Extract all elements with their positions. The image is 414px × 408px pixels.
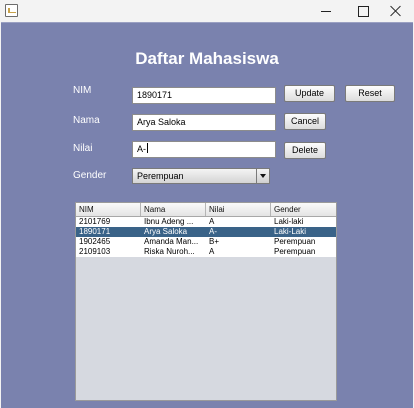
table-row-selected[interactable]: 1890171 Arya Saloka A- Laki-Laki	[76, 227, 336, 237]
cell-nim: 2109103	[79, 247, 111, 256]
cell-nilai: B+	[209, 237, 220, 246]
nim-label: NIM	[73, 85, 92, 96]
cell-nama: Ibnu Adeng ...	[144, 217, 194, 226]
nim-field-value: 1890171	[137, 90, 173, 100]
cancel-button[interactable]: Cancel	[284, 113, 326, 130]
cell-gender: Laki-Laki	[274, 227, 307, 236]
student-table[interactable]: NIM Nama Nilai Gender 2101769 Ibnu Adeng…	[75, 202, 337, 401]
table-row[interactable]: 1902465 Amanda Man... B+ Perempuan	[76, 237, 336, 247]
column-header-gender[interactable]: Gender	[271, 203, 336, 216]
close-icon	[390, 5, 402, 17]
title-bar	[0, 0, 414, 22]
java-app-icon	[5, 4, 18, 17]
cell-nim: 2101769	[79, 217, 111, 226]
column-header-nim[interactable]: NIM	[76, 203, 141, 216]
nilai-label: Nilai	[73, 143, 93, 154]
close-button[interactable]	[376, 0, 414, 22]
update-button[interactable]: Update	[284, 85, 335, 102]
minimize-icon	[321, 10, 331, 12]
cell-gender: Perempuan	[274, 237, 316, 246]
gender-select[interactable]: Perempuan	[132, 168, 270, 184]
cell-gender: Laki-laki	[274, 217, 304, 226]
nama-field-value: Arya Saloka	[137, 117, 186, 127]
cell-nilai: A	[209, 247, 215, 256]
delete-button[interactable]: Delete	[284, 142, 326, 159]
cell-nama: Riska Nuroh...	[144, 247, 195, 256]
text-caret	[147, 143, 148, 153]
gender-select-value: Perempuan	[137, 171, 184, 181]
cell-nama: Arya Saloka	[144, 227, 188, 236]
nilai-field-value: A-	[137, 144, 146, 154]
minimize-button[interactable]	[306, 0, 346, 22]
cell-nama: Amanda Man...	[144, 237, 199, 246]
column-header-nama[interactable]: Nama	[141, 203, 206, 216]
chevron-down-icon[interactable]	[256, 169, 269, 183]
nama-label: Nama	[73, 115, 100, 126]
cell-nim: 1890171	[79, 227, 111, 236]
table-row[interactable]: 2109103 Riska Nuroh... A Perempuan	[76, 247, 336, 257]
cell-nim: 1902465	[79, 237, 111, 246]
cell-nilai: A	[209, 217, 215, 226]
nilai-field[interactable]: A-	[132, 141, 276, 158]
page-title: Daftar Mahasiswa	[135, 49, 279, 68]
nama-field[interactable]: Arya Saloka	[132, 114, 276, 131]
gender-label: Gender	[73, 170, 107, 181]
table-row[interactable]: 2101769 Ibnu Adeng ... A Laki-laki	[76, 217, 336, 227]
main-panel: Daftar Mahasiswa NIM 1890171 Nama Arya S…	[1, 22, 413, 408]
reset-button[interactable]: Reset	[345, 85, 395, 102]
cell-nilai: A-	[209, 227, 217, 236]
cell-gender: Perempuan	[274, 247, 316, 256]
table-header: NIM Nama Nilai Gender	[76, 203, 336, 217]
maximize-icon	[357, 5, 369, 17]
nim-field[interactable]: 1890171	[132, 87, 276, 104]
column-header-nilai[interactable]: Nilai	[206, 203, 271, 216]
